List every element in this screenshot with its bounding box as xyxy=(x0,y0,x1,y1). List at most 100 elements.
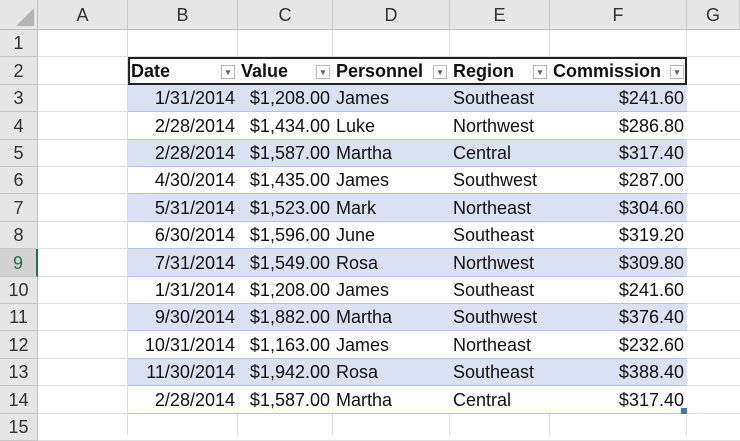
table-cell-region[interactable]: Southeast xyxy=(450,277,550,304)
table-cell-date[interactable]: 2/28/2014 xyxy=(128,386,238,414)
header-label: Region xyxy=(453,61,514,81)
table-cell-date[interactable]: 1/31/2014 xyxy=(128,85,238,112)
column-header-b[interactable]: B xyxy=(128,0,238,30)
table-cell-personnel[interactable]: Rosa xyxy=(333,359,450,386)
spreadsheet-grid[interactable]: A B C D E F G 1 2 3 4 5 6 7 8 9 10 11 12 13 14 15 Date ▾ Value ▾ P… xyxy=(0,0,740,441)
select-all-button[interactable] xyxy=(0,0,38,30)
row-header-14[interactable]: 14 xyxy=(0,386,38,414)
row-header-6[interactable]: 6 xyxy=(0,167,38,194)
column-header-e[interactable]: E xyxy=(450,0,550,30)
table-cell-value[interactable]: $1,587.00 xyxy=(238,386,333,414)
table-cell-commission[interactable]: $286.80 xyxy=(550,112,687,140)
table-cell-commission[interactable]: $232.60 xyxy=(550,331,687,359)
table-cell-personnel[interactable]: June xyxy=(333,222,450,249)
filter-dropdown-icon[interactable]: ▾ xyxy=(221,65,235,79)
row-header-8[interactable]: 8 xyxy=(0,222,38,249)
row-header-13[interactable]: 13 xyxy=(0,359,38,386)
table-cell-region[interactable]: Central xyxy=(450,386,550,414)
table-cell-commission[interactable]: $388.40 xyxy=(550,359,687,386)
table-cell-date[interactable]: 9/30/2014 xyxy=(128,304,238,331)
table-cell-personnel[interactable]: Mark xyxy=(333,194,450,222)
table-cell-value[interactable]: $1,942.00 xyxy=(238,359,333,386)
table-cell-region[interactable]: Northwest xyxy=(450,249,550,277)
table-cell-region[interactable]: Northeast xyxy=(450,331,550,359)
table-cell-date[interactable]: 7/31/2014 xyxy=(128,249,238,277)
table-cell-commission[interactable]: $241.60 xyxy=(550,277,687,304)
header-label: Personnel xyxy=(336,61,424,81)
table-cell-personnel[interactable]: James xyxy=(333,85,450,112)
header-label: Commission xyxy=(553,61,662,81)
table-cell-commission[interactable]: $309.80 xyxy=(550,249,687,277)
table-cell-region[interactable]: Southeast xyxy=(450,359,550,386)
row-header-2[interactable]: 2 xyxy=(0,57,38,85)
table-cell-commission[interactable]: $317.40 xyxy=(550,386,687,414)
header-label: Date xyxy=(131,61,171,81)
table-cell-date[interactable]: 2/28/2014 xyxy=(128,112,238,140)
table-cell-region[interactable]: Southeast xyxy=(450,222,550,249)
column-header-d[interactable]: D xyxy=(333,0,450,30)
table-cell-value[interactable]: $1,208.00 xyxy=(238,85,333,112)
table-cell-commission[interactable]: $376.40 xyxy=(550,304,687,331)
filter-dropdown-icon[interactable]: ▾ xyxy=(433,65,447,79)
table-cell-value[interactable]: $1,435.00 xyxy=(238,167,333,194)
table-cell-date[interactable]: 6/30/2014 xyxy=(128,222,238,249)
table-header-region[interactable]: Region ▾ xyxy=(450,57,550,85)
table-cell-value[interactable]: $1,587.00 xyxy=(238,140,333,167)
table-cell-personnel[interactable]: James xyxy=(333,277,450,304)
filter-dropdown-icon[interactable]: ▾ xyxy=(670,65,684,79)
table-cell-date[interactable]: 1/31/2014 xyxy=(128,277,238,304)
table-cell-value[interactable]: $1,163.00 xyxy=(238,331,333,359)
row-header-3[interactable]: 3 xyxy=(0,85,38,112)
table-header-commission[interactable]: Commission ▾ xyxy=(550,57,687,85)
table-cell-commission[interactable]: $319.20 xyxy=(550,222,687,249)
table-header-value[interactable]: Value ▾ xyxy=(238,57,333,85)
row-header-12[interactable]: 12 xyxy=(0,331,38,359)
column-header-a[interactable]: A xyxy=(38,0,128,30)
row-header-9[interactable]: 9 xyxy=(0,249,38,277)
table-header-date[interactable]: Date ▾ xyxy=(128,57,238,85)
row-header-1[interactable]: 1 xyxy=(0,30,38,57)
table-cell-date[interactable]: 4/30/2014 xyxy=(128,167,238,194)
table-resize-handle[interactable] xyxy=(681,408,687,414)
table-cell-value[interactable]: $1,882.00 xyxy=(238,304,333,331)
filter-dropdown-icon[interactable]: ▾ xyxy=(533,65,547,79)
table-cell-date[interactable]: 10/31/2014 xyxy=(128,331,238,359)
table-cell-date[interactable]: 5/31/2014 xyxy=(128,194,238,222)
table-cell-personnel[interactable]: Martha xyxy=(333,304,450,331)
table-cell-region[interactable]: Southwest xyxy=(450,304,550,331)
row-header-7[interactable]: 7 xyxy=(0,194,38,222)
table-cell-personnel[interactable]: Martha xyxy=(333,386,450,414)
header-label: Value xyxy=(241,61,289,81)
table-cell-region[interactable]: Central xyxy=(450,140,550,167)
table-header-personnel[interactable]: Personnel ▾ xyxy=(333,57,450,85)
table-cell-commission[interactable]: $304.60 xyxy=(550,194,687,222)
column-header-g[interactable]: G xyxy=(687,0,740,30)
row-header-4[interactable]: 4 xyxy=(0,112,38,140)
column-header-f[interactable]: F xyxy=(550,0,687,30)
table-cell-commission[interactable]: $287.00 xyxy=(550,167,687,194)
table-cell-personnel[interactable]: James xyxy=(333,331,450,359)
table-cell-personnel[interactable]: Martha xyxy=(333,140,450,167)
table-cell-commission[interactable]: $241.60 xyxy=(550,85,687,112)
table-cell-date[interactable]: 11/30/2014 xyxy=(128,359,238,386)
table-cell-value[interactable]: $1,434.00 xyxy=(238,112,333,140)
row-header-10[interactable]: 10 xyxy=(0,277,38,304)
table-cell-region[interactable]: Northeast xyxy=(450,194,550,222)
table-cell-personnel[interactable]: James xyxy=(333,167,450,194)
table-cell-region[interactable]: Southwest xyxy=(450,167,550,194)
table-cell-personnel[interactable]: Rosa xyxy=(333,249,450,277)
row-header-5[interactable]: 5 xyxy=(0,140,38,167)
row-header-11[interactable]: 11 xyxy=(0,304,38,331)
table-cell-value[interactable]: $1,208.00 xyxy=(238,277,333,304)
column-header-c[interactable]: C xyxy=(238,0,333,30)
table-cell-region[interactable]: Southeast xyxy=(450,85,550,112)
table-cell-date[interactable]: 2/28/2014 xyxy=(128,140,238,167)
table-cell-region[interactable]: Northwest xyxy=(450,112,550,140)
table-cell-commission[interactable]: $317.40 xyxy=(550,140,687,167)
row-header-15[interactable]: 15 xyxy=(0,414,38,441)
table-cell-value[interactable]: $1,596.00 xyxy=(238,222,333,249)
table-cell-value[interactable]: $1,549.00 xyxy=(238,249,333,277)
table-cell-value[interactable]: $1,523.00 xyxy=(238,194,333,222)
filter-dropdown-icon[interactable]: ▾ xyxy=(316,65,330,79)
table-cell-personnel[interactable]: Luke xyxy=(333,112,450,140)
